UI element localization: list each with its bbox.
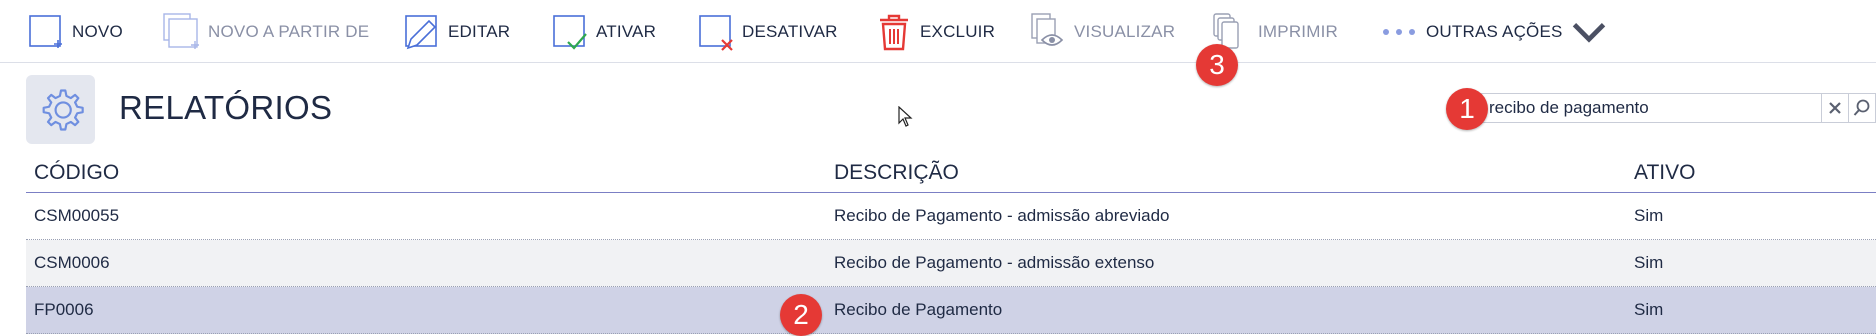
search-button[interactable] bbox=[1848, 94, 1875, 122]
cell-codigo: FP0006 bbox=[34, 300, 94, 319]
novo-label: NOVO bbox=[72, 22, 123, 41]
desativar-label: DESATIVAR bbox=[742, 22, 838, 41]
more-dots-icon bbox=[1383, 29, 1415, 35]
editar-button[interactable]: EDITAR bbox=[402, 12, 510, 52]
settings-gear-icon bbox=[26, 75, 95, 144]
clear-search-button[interactable] bbox=[1821, 94, 1848, 122]
cell-ativo: Sim bbox=[1634, 206, 1664, 225]
edit-icon bbox=[405, 15, 437, 50]
visualizar-button[interactable]: VISUALIZAR bbox=[1028, 12, 1175, 52]
preview-icon bbox=[1031, 13, 1064, 46]
step-badge-2: 2 bbox=[780, 294, 822, 336]
cell-descricao: Recibo de Pagamento - admissão abreviado bbox=[834, 206, 1170, 225]
cell-descricao: Recibo de Pagamento bbox=[834, 300, 1003, 319]
desativar-button[interactable]: DESATIVAR bbox=[696, 12, 838, 52]
table-row-selected[interactable]: FP0006 Recibo de Pagamento Sim bbox=[26, 287, 1876, 334]
cell-codigo: CSM0006 bbox=[34, 253, 110, 272]
column-header-ativo[interactable]: ATIVO bbox=[1634, 161, 1695, 185]
search-icon bbox=[1853, 99, 1870, 116]
novo-button[interactable]: NOVO bbox=[26, 12, 123, 52]
search-input[interactable]: recibo de pagamento bbox=[1481, 98, 1821, 118]
novo-a-partir-de-button[interactable]: NOVO A PARTIR DE bbox=[162, 12, 369, 52]
cell-ativo: Sim bbox=[1634, 253, 1664, 272]
editar-label: EDITAR bbox=[448, 22, 511, 41]
reports-table: CÓDIGO DESCRIÇÃO ATIVO CSM00055 Recibo d… bbox=[26, 152, 1876, 334]
clear-x-icon bbox=[1829, 102, 1841, 114]
table-row[interactable]: CSM0006 Recibo de Pagamento - admissão e… bbox=[26, 240, 1876, 287]
chevron-down-icon bbox=[1572, 23, 1605, 43]
column-header-codigo[interactable]: CÓDIGO bbox=[34, 161, 119, 185]
check-icon bbox=[553, 15, 587, 50]
copy-new-icon bbox=[163, 13, 199, 49]
outras-acoes-label: OUTRAS AÇÕES bbox=[1426, 22, 1563, 41]
table-row[interactable]: CSM00055 Recibo de Pagamento - admissão … bbox=[26, 193, 1876, 240]
ativar-button[interactable]: ATIVAR bbox=[550, 12, 656, 52]
ativar-label: ATIVAR bbox=[596, 22, 657, 41]
trash-icon bbox=[880, 14, 908, 51]
outras-acoes-button[interactable]: OUTRAS AÇÕES bbox=[1380, 12, 1615, 52]
column-header-descricao[interactable]: DESCRIÇÃO bbox=[834, 161, 959, 185]
step-badge-1: 1 bbox=[1446, 88, 1488, 130]
novo-a-partir-de-label: NOVO A PARTIR DE bbox=[208, 22, 370, 41]
imprimir-label: IMPRIMIR bbox=[1258, 22, 1338, 41]
cell-codigo: CSM00055 bbox=[34, 206, 120, 225]
table-header: CÓDIGO DESCRIÇÃO ATIVO bbox=[26, 152, 1876, 193]
imprimir-button[interactable]: IMPRIMIR bbox=[1212, 12, 1338, 52]
new-document-icon bbox=[29, 15, 62, 48]
step-badge-3: 3 bbox=[1196, 44, 1238, 86]
toolbar: NOVO NOVO A PARTIR DE EDITAR ATIVAR DESA… bbox=[0, 0, 1876, 63]
mouse-cursor-icon bbox=[898, 106, 913, 127]
cell-descricao: Recibo de Pagamento - admissão extenso bbox=[834, 253, 1155, 272]
deactivate-icon bbox=[699, 15, 733, 51]
excluir-label: EXCLUIR bbox=[920, 22, 996, 41]
cell-ativo: Sim bbox=[1634, 300, 1664, 319]
page-title: RELATÓRIOS bbox=[119, 89, 333, 126]
visualizar-label: VISUALIZAR bbox=[1074, 22, 1176, 41]
excluir-button[interactable]: EXCLUIR bbox=[874, 12, 995, 52]
search-field[interactable]: recibo de pagamento bbox=[1480, 93, 1876, 123]
